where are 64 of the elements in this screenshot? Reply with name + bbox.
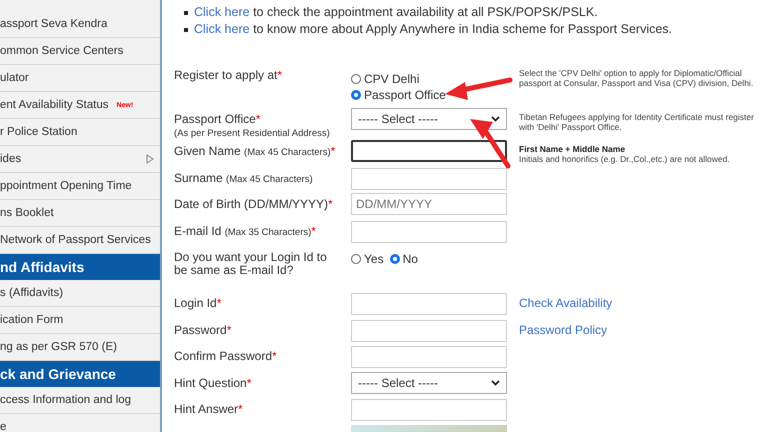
required-mark: * xyxy=(216,296,222,310)
field-label: Passport Office xyxy=(174,112,256,126)
sidebar-item[interactable]: r Police Station xyxy=(0,119,160,146)
required-mark: * xyxy=(246,376,252,390)
required-mark: * xyxy=(311,224,316,238)
field-label: Surname (Max 45 Characters) xyxy=(174,170,313,184)
required-mark: * xyxy=(277,68,282,82)
notice-text: Click here to know more about Apply Anywhere in India scheme for Passport Services. xyxy=(194,21,672,38)
radio-option[interactable]: Yes xyxy=(351,252,384,266)
field-label: Given Name (Max 45 Characters) xyxy=(174,144,331,158)
field-label: Hint Answer xyxy=(174,402,238,416)
radio-button[interactable] xyxy=(351,74,361,84)
sidebar-item[interactable]: ides xyxy=(0,146,160,173)
sidebar-item[interactable]: ommon Service Centers xyxy=(0,38,160,65)
help-text: First Name + Middle Name Initials and honorifics (e.g. Dr.,Col.,etc.) are not allowed. xyxy=(518,143,731,164)
field-label: Date of Birth (DD/MM/YYYY) xyxy=(174,197,328,211)
arrow-annotation xyxy=(445,78,512,100)
text-field[interactable] xyxy=(351,140,507,162)
chevron-down-icon xyxy=(491,380,500,386)
help-link[interactable]: Password Policy xyxy=(519,322,608,336)
select-dropdown[interactable]: ----- Select ----- xyxy=(351,108,507,130)
field-sublabel: (As per Present Residential Address) xyxy=(174,128,330,139)
help-text: Select the 'CPV Delhi' option to apply for Diplomatic/Official passport at Consular, Passport and Visa (CPV) division, Delhi. xyxy=(518,67,754,88)
help-text: Tibetan Refugees applying for Identity Certificate must register with 'Delhi' Passport Office. xyxy=(518,111,755,132)
required-mark: * xyxy=(256,112,260,126)
required-mark: * xyxy=(328,197,333,211)
arrow-annotation xyxy=(470,119,510,168)
required-mark: * xyxy=(238,402,243,416)
field-label: Login Id xyxy=(174,296,217,310)
sidebar-item[interactable]: ns Booklet xyxy=(0,200,160,227)
radio-option[interactable]: Passport Office xyxy=(351,88,513,102)
radio-button[interactable] xyxy=(351,90,361,100)
sidebar-item[interactable]: s (Affidavits) xyxy=(0,280,160,307)
field-label: Confirm Password xyxy=(174,349,272,363)
required-mark: * xyxy=(226,322,232,336)
triangle-right-icon xyxy=(146,154,154,164)
field-label: Hint Question xyxy=(174,376,247,390)
field-label: Password xyxy=(174,322,227,336)
radio-button[interactable] xyxy=(351,254,361,264)
click-here-link[interactable]: Click here xyxy=(194,5,250,19)
click-here-link[interactable]: Click here xyxy=(194,22,250,36)
sidebar-item[interactable]: ulator xyxy=(0,65,160,92)
bullet-icon xyxy=(184,10,188,14)
field-label: Register to apply at xyxy=(174,68,278,82)
sidebar-section-header: nd Affidavits xyxy=(0,254,160,280)
sidebar-item[interactable]: ication Form xyxy=(0,307,160,334)
field-label: Do you want your Login Id to be same as E-mail Id? xyxy=(174,250,327,277)
sidebar-item[interactable]: assport Seva Kendra xyxy=(0,11,160,38)
required-mark: * xyxy=(272,349,277,363)
date-field[interactable]: DD/MM/YYYY xyxy=(351,193,507,215)
notice-text: Click here to check the appointment availability at all PSK/POPSK/PSLK. xyxy=(194,4,598,21)
sidebar-item[interactable]: e xyxy=(0,414,160,432)
radio-option[interactable]: CPV Delhi xyxy=(351,72,513,86)
help-link[interactable]: Check Availability xyxy=(519,296,612,310)
radio-button[interactable] xyxy=(390,254,400,264)
chevron-down-icon xyxy=(491,116,500,122)
select-dropdown[interactable]: ----- Select ----- xyxy=(351,372,507,394)
required-mark: * xyxy=(330,144,336,158)
bullet-icon xyxy=(184,28,188,32)
field-label: E-mail Id (Max 35 Characters) xyxy=(174,224,312,238)
sidebar-section-header: ck and Grievance xyxy=(0,361,160,387)
radio-option[interactable]: No xyxy=(390,252,418,266)
sidebar-item[interactable]: ppointment Opening Time xyxy=(0,173,160,200)
sidebar-item[interactable]: ccess Information and log xyxy=(0,387,160,414)
